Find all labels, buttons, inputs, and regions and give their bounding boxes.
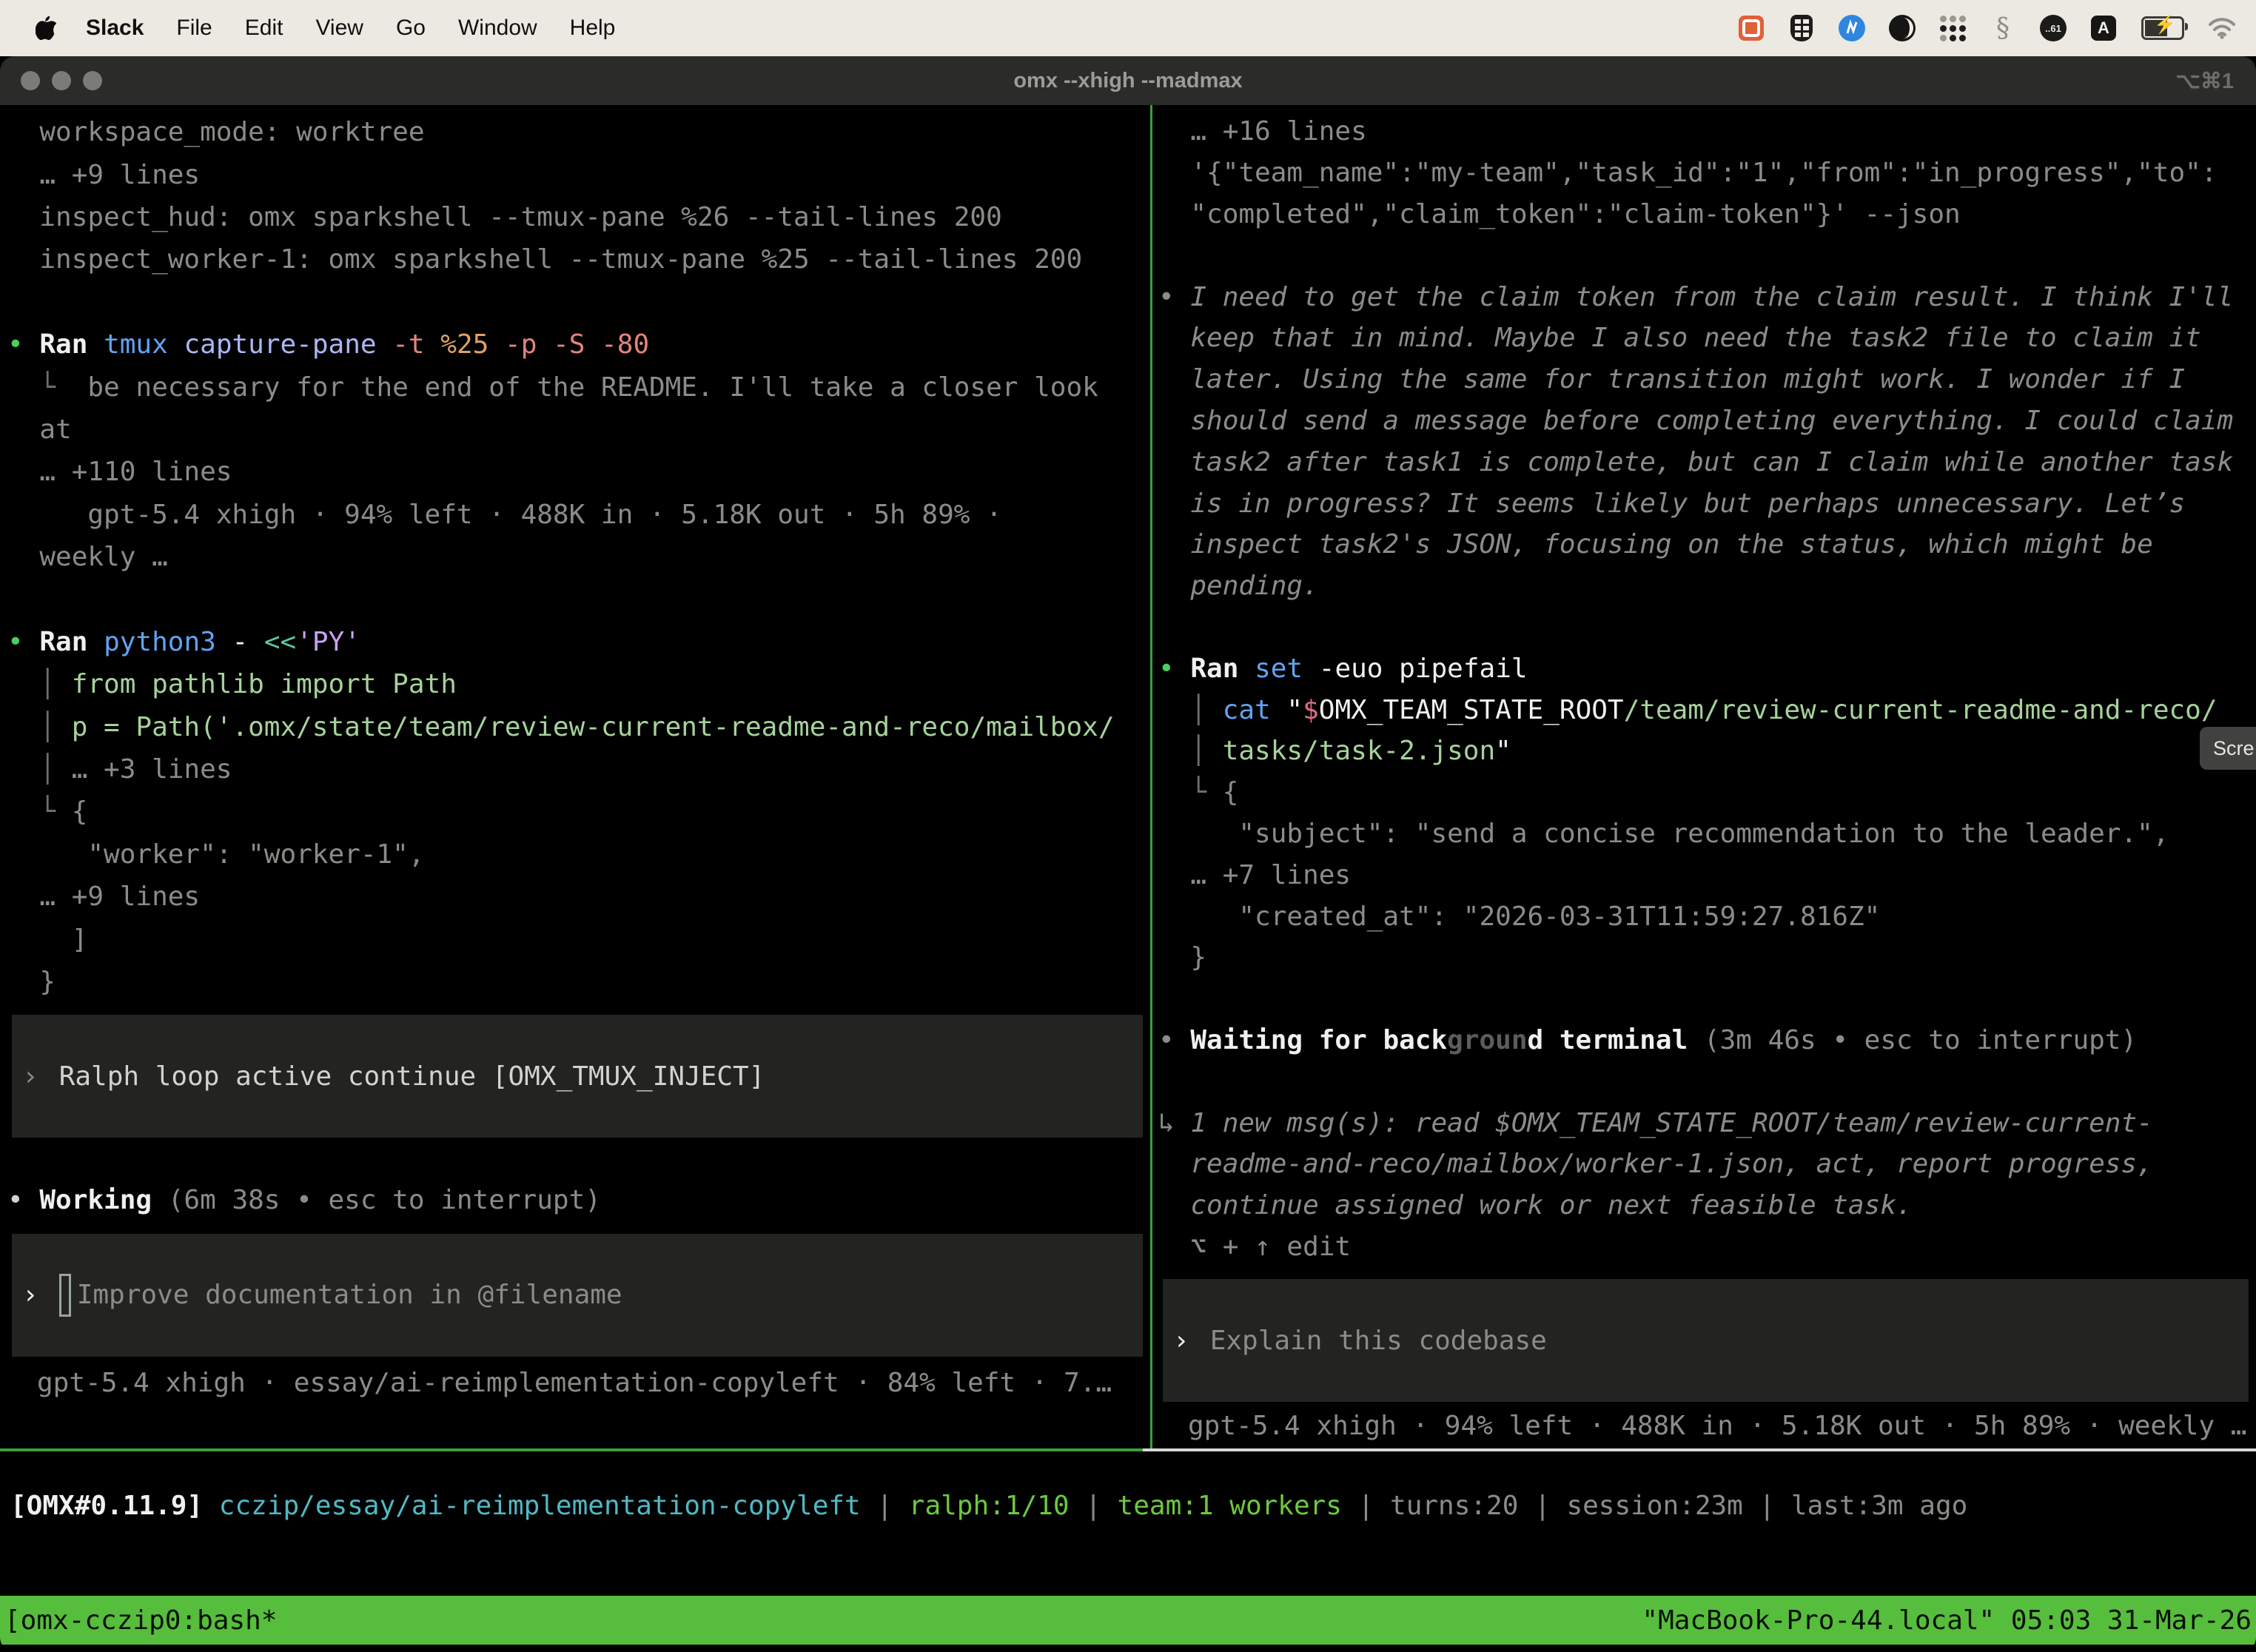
terminal-line: keep that in mind. Maybe I also need the…	[1158, 318, 2256, 359]
screenshot-tooltip: Scre	[2200, 727, 2256, 770]
terminal-line: "created_at": "2026-03-31T11:59:27.816Z"	[1158, 896, 2256, 937]
terminal-line: ⌥ + ↑ edit	[1158, 1226, 2256, 1268]
shield-grid-icon[interactable]	[1787, 13, 1816, 43]
terminal-line: … +110 lines	[7, 451, 1150, 493]
circle-61-icon[interactable]: ..61	[2038, 13, 2068, 43]
menu-item-window[interactable]: Window	[458, 16, 537, 41]
tmux-status-bar: [omx-cczip0:bash* "MacBook-Pro-44.local"…	[0, 1596, 2256, 1645]
terminal-line: │ tasks/task-2.json"	[1158, 731, 2256, 772]
terminal-line: should send a message before completing …	[1158, 400, 2256, 442]
terminal-line: weekly …	[7, 536, 1150, 578]
terminal-line: }	[1158, 937, 2256, 978]
terminal-line: '{"team_name":"my-team","task_id":"1","f…	[1158, 152, 2256, 194]
terminal-line: … +9 lines	[7, 876, 1150, 918]
left-terminal-output: workspace_mode: worktree … +9 lines insp…	[7, 111, 1150, 1003]
status-icons: § ..61 A ⚡	[1736, 13, 2256, 43]
crescent-circle-icon[interactable]	[1887, 13, 1917, 43]
input-placeholder: Improve documentation in @filename	[77, 1280, 622, 1310]
terminal-line	[1158, 607, 2256, 648]
terminal-line: }	[7, 961, 1150, 1003]
right-prompt-input[interactable]: › Explain this codebase	[1163, 1279, 2249, 1402]
tmux-session-name: [omx-cczip0:bash*	[4, 1605, 277, 1636]
omx-status-line: [OMX#0.11.9] cczip/essay/ai-reimplementa…	[0, 1451, 2256, 1527]
terminal-line	[1158, 978, 2256, 1020]
terminal-line: inspect_worker-1: omx sparkshell --tmux-…	[7, 238, 1150, 281]
terminal-line: │ from pathlib import Path	[7, 663, 1150, 705]
wifi-icon[interactable]	[2207, 13, 2237, 43]
menu-item-view[interactable]: View	[315, 16, 363, 41]
terminal-line: is in progress? It seems likely but perh…	[1158, 483, 2256, 524]
terminal-line: … +16 lines	[1158, 111, 2256, 152]
terminal-line: … +7 lines	[1158, 854, 2256, 896]
terminal-line: • Ran python3 - <<'PY'	[7, 621, 1150, 663]
working-status-line: • Working (6m 38s • esc to interrupt)	[7, 1179, 1150, 1221]
window-shortcut: ⌥⌘1	[2175, 56, 2234, 105]
apple-menu-icon[interactable]	[36, 16, 56, 41]
menu-item-edit[interactable]: Edit	[245, 16, 283, 41]
prompt-chevron-icon: ›	[22, 1280, 38, 1310]
terminal-line: • I need to get the claim token from the…	[1158, 276, 2256, 318]
prompt-chevron-icon: ›	[22, 1061, 38, 1092]
terminal-line: ]	[7, 918, 1150, 960]
terminal-line	[1158, 1061, 2256, 1102]
terminal-line: "completed","claim_token":"claim-token"}…	[1158, 194, 2256, 235]
text-cursor	[59, 1274, 71, 1317]
terminal-line: task2 after task1 is complete, but can I…	[1158, 441, 2256, 483]
menu-item-go[interactable]: Go	[396, 16, 426, 41]
terminal-line: pending.	[1158, 565, 2256, 607]
terminal-window: omx --xhigh --madmax ⌥⌘1 workspace_mode:…	[0, 56, 2256, 1652]
bottom-pane: [OMX#0.11.9] cczip/essay/ai-reimplementa…	[0, 1451, 2256, 1596]
terminal-line: … +9 lines	[7, 153, 1150, 195]
terminal-line: inspect task2's JSON, focusing on the st…	[1158, 524, 2256, 565]
terminal-line: [OMX#0.11.9] cczip/essay/ai-reimplementa…	[10, 1484, 2256, 1527]
menu-item-help[interactable]: Help	[570, 16, 616, 41]
terminal-line: • Ran set -euo pipefail	[1158, 648, 2256, 689]
chat-bubble-icon[interactable]	[1736, 13, 1766, 43]
terminal-line	[7, 578, 1150, 620]
terminal-line: "worker": "worker-1",	[7, 833, 1150, 876]
terminal-line: │ p = Path('.omx/state/team/review-curre…	[7, 705, 1150, 748]
terminal-line: later. Using the same for transition mig…	[1158, 359, 2256, 400]
terminal-line: │ … +3 lines	[7, 748, 1150, 790]
dots-grid-icon[interactable]	[1938, 13, 1967, 43]
terminal-line: • Waiting for background terminal (3m 46…	[1158, 1020, 2256, 1061]
terminal-line: "subject": "send a concise recommendatio…	[1158, 813, 2256, 855]
terminal-line	[1158, 235, 2256, 276]
keyboard-a-icon[interactable]: A	[2089, 13, 2118, 43]
right-pane: … +16 lines '{"team_name":"my-team","tas…	[1150, 105, 2256, 1448]
terminal-line: inspect_hud: omx sparkshell --tmux-pane …	[7, 196, 1150, 238]
left-pane: workspace_mode: worktree … +9 lines insp…	[0, 105, 1150, 1448]
macos-menu-bar: Slack File Edit View Go Window Help § ..…	[0, 0, 2256, 56]
terminal-line: └ {	[7, 790, 1150, 833]
tmux-host-and-clock: "MacBook-Pro-44.local" 05:03 31-Mar-26	[1642, 1605, 2252, 1636]
window-title: omx --xhigh --madmax	[0, 56, 2256, 105]
terminal-line: └ be necessary for the end of the README…	[7, 366, 1150, 408]
ralph-loop-banner: › Ralph loop active continue [OMX_TMUX_I…	[12, 1015, 1143, 1138]
terminal-line: gpt-5.4 xhigh · 94% left · 488K in · 5.1…	[7, 494, 1150, 536]
prompt-chevron-icon: ›	[1173, 1326, 1189, 1356]
terminal-line: continue assigned work or next feasible …	[1158, 1185, 2256, 1226]
menu-app-name[interactable]: Slack	[86, 16, 144, 41]
terminal-line: │ cat "$OMX_TEAM_STATE_ROOT/team/review-…	[1158, 689, 2256, 731]
squiggle-icon[interactable]: §	[1988, 13, 2018, 43]
terminal-line: ↳ 1 new msg(s): read $OMX_TEAM_STATE_ROO…	[1158, 1102, 2256, 1144]
window-title-bar: omx --xhigh --madmax ⌥⌘1	[0, 56, 2256, 105]
input-placeholder: Explain this codebase	[1210, 1326, 1547, 1356]
terminal-line: workspace_mode: worktree	[7, 111, 1150, 153]
left-model-status-line: gpt-5.4 xhigh · essay/ai-reimplementatio…	[7, 1363, 1150, 1404]
terminal-line: at	[7, 409, 1150, 451]
right-terminal-output: … +16 lines '{"team_name":"my-team","tas…	[1158, 111, 2256, 1267]
ralph-loop-text: Ralph loop active continue [OMX_TMUX_INJ…	[59, 1061, 765, 1092]
terminal-line	[7, 281, 1150, 323]
battery-icon[interactable]: ⚡	[2139, 13, 2186, 43]
terminal-line: • Ran tmux capture-pane -t %25 -p -S -80	[7, 323, 1150, 366]
terminal-line: • Working (6m 38s • esc to interrupt)	[7, 1179, 1150, 1221]
blue-badge-icon[interactable]	[1837, 13, 1867, 43]
terminal-line: readme-and-reco/mailbox/worker-1.json, a…	[1158, 1144, 2256, 1185]
left-prompt-input[interactable]: › Improve documentation in @filename	[12, 1234, 1143, 1357]
terminal-line: └ {	[1158, 772, 2256, 813]
tmux-panes: workspace_mode: worktree … +9 lines insp…	[0, 105, 2256, 1448]
menu-item-file[interactable]: File	[176, 16, 212, 41]
right-model-status-line: gpt-5.4 xhigh · 94% left · 488K in · 5.1…	[1158, 1405, 2256, 1446]
